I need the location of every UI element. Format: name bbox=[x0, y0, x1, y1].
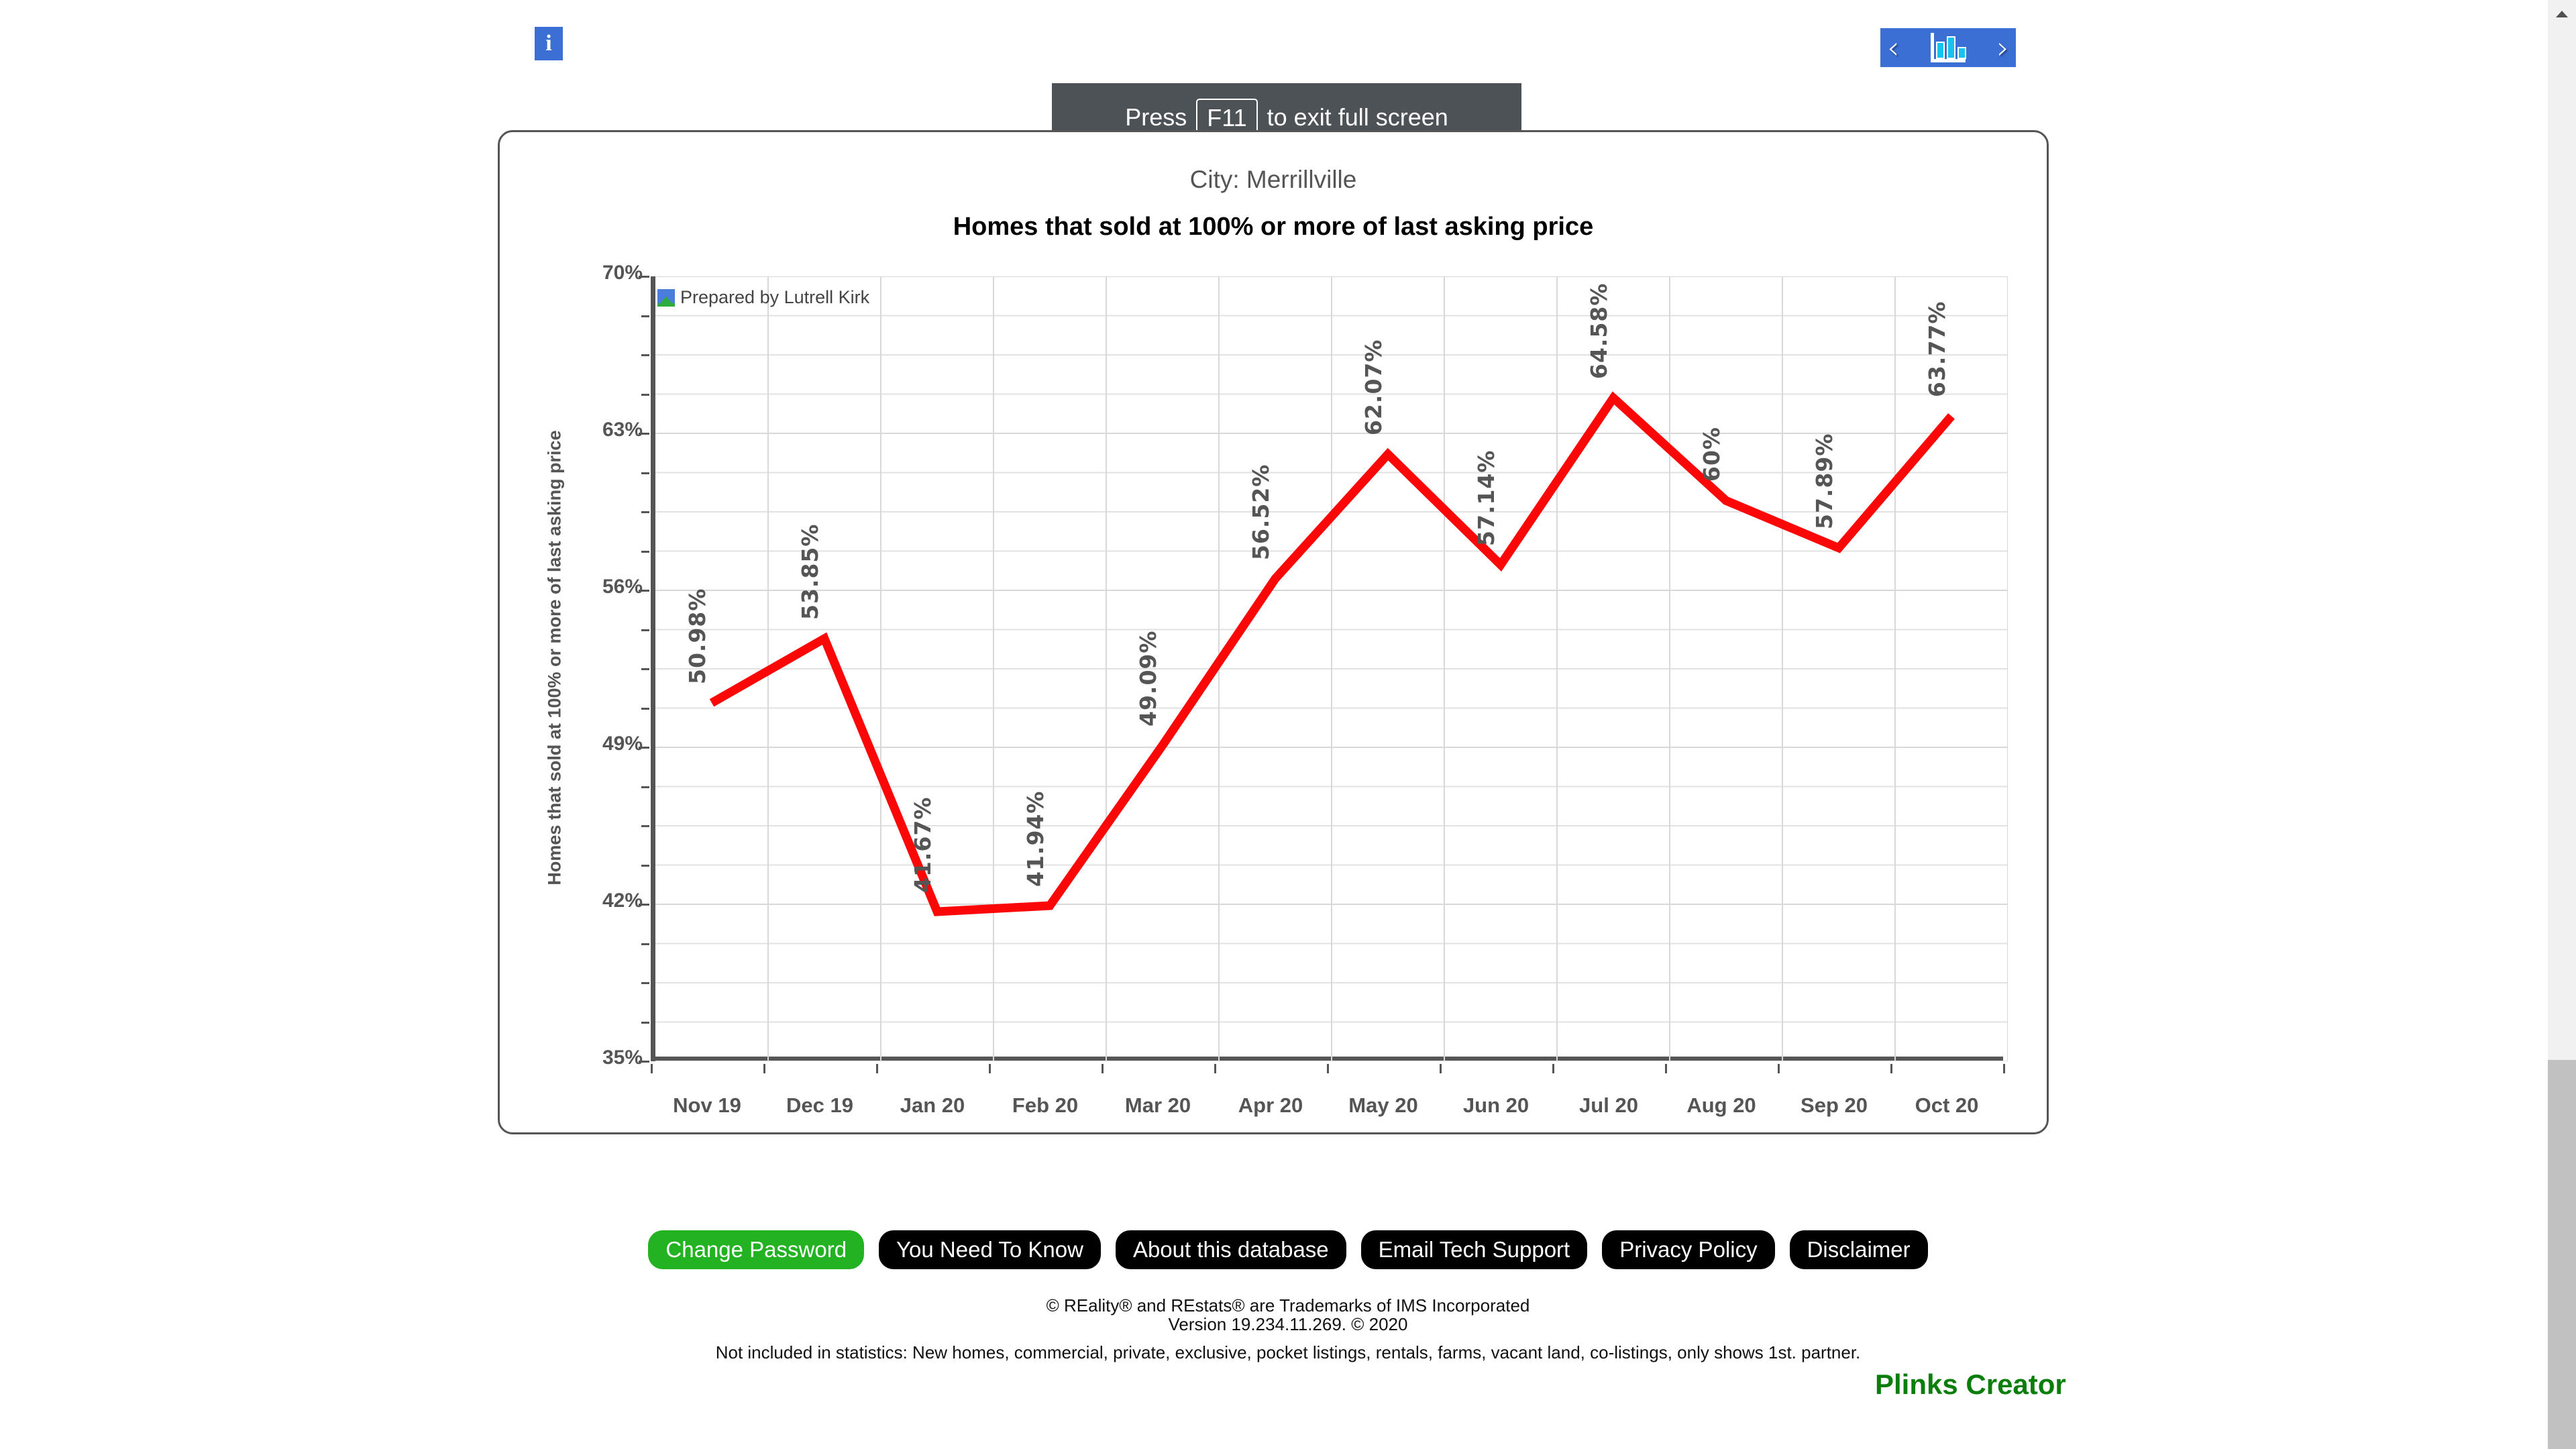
footer-button-privacy-policy[interactable]: Privacy Policy bbox=[1602, 1230, 1775, 1269]
data-point-label: 53.85% bbox=[797, 523, 823, 620]
x-tick-label: Jul 20 bbox=[1579, 1093, 1638, 1117]
x-tick-label: May 20 bbox=[1348, 1093, 1418, 1117]
x-tick-mark bbox=[2003, 1064, 2005, 1073]
y-tick-mark-minor bbox=[641, 354, 649, 356]
legal-line-1: © REality® and REstats® are Trademarks o… bbox=[1046, 1295, 1530, 1316]
y-tick-mark-minor bbox=[641, 1021, 649, 1024]
legal-line-2: Version 19.234.11.269. © 2020 bbox=[1168, 1314, 1408, 1335]
toast-suffix: to exit full screen bbox=[1267, 103, 1448, 131]
chevron-left-icon[interactable]: ‹ bbox=[1887, 32, 1899, 63]
x-tick-label: Nov 19 bbox=[673, 1093, 741, 1117]
x-tick-label: Oct 20 bbox=[1915, 1093, 1979, 1117]
page-root: i ‹ › Press F11 to exit full screen City… bbox=[0, 0, 2576, 1449]
x-tick-mark bbox=[1552, 1064, 1554, 1073]
footer-legal: © REality® and REstats® are Trademarks o… bbox=[0, 1296, 2576, 1362]
x-tick-mark bbox=[989, 1064, 991, 1073]
chevron-right-icon[interactable]: › bbox=[1997, 32, 2009, 63]
x-tick-label: Mar 20 bbox=[1124, 1093, 1191, 1117]
y-tick-mark-minor bbox=[641, 864, 649, 867]
y-tick-mark-minor bbox=[641, 590, 649, 592]
footer-button-email-tech-support[interactable]: Email Tech Support bbox=[1360, 1230, 1588, 1269]
scrollbar-thumb[interactable] bbox=[2548, 1060, 2576, 1449]
x-tick-mark bbox=[1665, 1064, 1667, 1073]
info-icon[interactable]: i bbox=[535, 27, 563, 60]
broken-image-icon bbox=[657, 288, 675, 307]
bar-chart-icon[interactable] bbox=[1928, 33, 1968, 62]
legal-spacer bbox=[0, 1334, 2576, 1343]
chart-navigation-bar[interactable]: ‹ › bbox=[1880, 28, 2016, 67]
x-tick-mark bbox=[651, 1064, 653, 1073]
y-tick-mark-minor bbox=[641, 747, 649, 749]
footer-button-row: Change Password You Need To Know About thi… bbox=[0, 1230, 2576, 1269]
y-tick-mark-minor bbox=[641, 511, 649, 513]
data-point-label: 63.77% bbox=[1924, 301, 1950, 398]
x-tick-mark bbox=[1214, 1064, 1216, 1073]
x-tick-label: Jan 20 bbox=[900, 1093, 965, 1117]
x-tick-mark bbox=[1327, 1064, 1329, 1073]
footer-button-you-need-to-know[interactable]: You Need To Know bbox=[879, 1230, 1101, 1269]
data-point-label: 57.14% bbox=[1473, 449, 1499, 546]
city-subtitle: City: Merrillville bbox=[1189, 166, 1357, 193]
y-tick-mark-minor bbox=[641, 550, 649, 553]
chart-title: Homes that sold at 100% or more of last … bbox=[953, 213, 1594, 241]
y-tick-mark-minor bbox=[641, 904, 649, 906]
footer-button-change-password[interactable]: Change Password bbox=[648, 1230, 865, 1269]
y-tick-label: 70% bbox=[602, 262, 643, 284]
data-point-label: 60% bbox=[1699, 427, 1725, 482]
y-tick-mark-minor bbox=[641, 786, 649, 788]
data-point-label: 64.58% bbox=[1586, 282, 1612, 380]
y-tick-mark-minor bbox=[641, 393, 649, 396]
x-tick-mark bbox=[1102, 1064, 1104, 1073]
y-tick-mark-minor bbox=[641, 825, 649, 827]
x-tick-mark bbox=[763, 1064, 765, 1073]
x-tick-label: Dec 19 bbox=[786, 1093, 853, 1117]
x-tick-label: Apr 20 bbox=[1238, 1093, 1303, 1117]
y-tick-mark bbox=[639, 276, 649, 278]
x-tick-mark bbox=[1440, 1064, 1442, 1073]
data-point-label: 57.89% bbox=[1811, 433, 1837, 529]
x-tick-mark bbox=[1890, 1064, 1892, 1073]
data-point-label: 56.52% bbox=[1248, 464, 1274, 560]
y-tick-mark-minor bbox=[641, 629, 649, 631]
y-tick-mark-minor bbox=[641, 707, 649, 710]
x-tick-label: Sep 20 bbox=[1801, 1093, 1868, 1117]
x-tick-mark bbox=[876, 1064, 878, 1073]
x-tick-label: Aug 20 bbox=[1686, 1093, 1756, 1117]
data-point-label: 62.07% bbox=[1360, 339, 1387, 436]
scroll-up-arrow-icon[interactable] bbox=[2548, 0, 2576, 28]
y-tick-mark-minor bbox=[641, 1061, 649, 1063]
legal-line-3: Not included in statistics: New homes, c… bbox=[715, 1342, 1861, 1363]
y-tick-label: 35% bbox=[602, 1046, 643, 1069]
x-axis-labels: Nov 19 Dec 19 Jan 20 Feb 20 Mar 20 Apr 20 May … bbox=[651, 1093, 2006, 1120]
y-tick-mark-minor bbox=[641, 668, 649, 670]
footer-button-disclaimer[interactable]: Disclaimer bbox=[1789, 1230, 1928, 1269]
plot-area: 50.98% 53.85% 41.67% 41.94% 49.09% 56.52% 62.0… bbox=[651, 276, 2019, 1085]
data-point-label: 49.09% bbox=[1135, 630, 1161, 727]
y-tick-mark-minor bbox=[641, 433, 649, 435]
y-tick-label: 42% bbox=[602, 890, 643, 912]
data-point-label: 50.98% bbox=[684, 588, 710, 684]
y-tick-mark-minor bbox=[641, 943, 649, 945]
data-point-label: 41.67% bbox=[910, 796, 936, 894]
footer-button-about-this-database[interactable]: About this database bbox=[1115, 1230, 1346, 1269]
prepared-by-text: Prepared by Lutrell Kirk bbox=[680, 287, 870, 307]
prepared-by-note: Prepared by Lutrell Kirk bbox=[657, 287, 869, 308]
y-tick-label: 56% bbox=[602, 576, 643, 598]
chart-line-series bbox=[709, 391, 1955, 916]
y-tick-label: 49% bbox=[602, 733, 643, 755]
y-tick-mark-minor bbox=[641, 472, 649, 474]
y-tick-mark-minor bbox=[641, 982, 649, 984]
vertical-scrollbar[interactable] bbox=[2548, 0, 2576, 1449]
plot-frame bbox=[651, 276, 2008, 1061]
brand-label: Plinks Creator bbox=[1875, 1368, 2066, 1400]
data-point-label: 41.94% bbox=[1022, 790, 1049, 887]
y-tick-mark-minor bbox=[641, 315, 649, 317]
toast-prefix: Press bbox=[1125, 103, 1187, 131]
y-tick-label: 63% bbox=[602, 419, 643, 441]
x-tick-label: Feb 20 bbox=[1012, 1093, 1079, 1117]
x-tick-mark bbox=[1778, 1064, 1780, 1073]
x-tick-label: Jun 20 bbox=[1462, 1093, 1529, 1117]
